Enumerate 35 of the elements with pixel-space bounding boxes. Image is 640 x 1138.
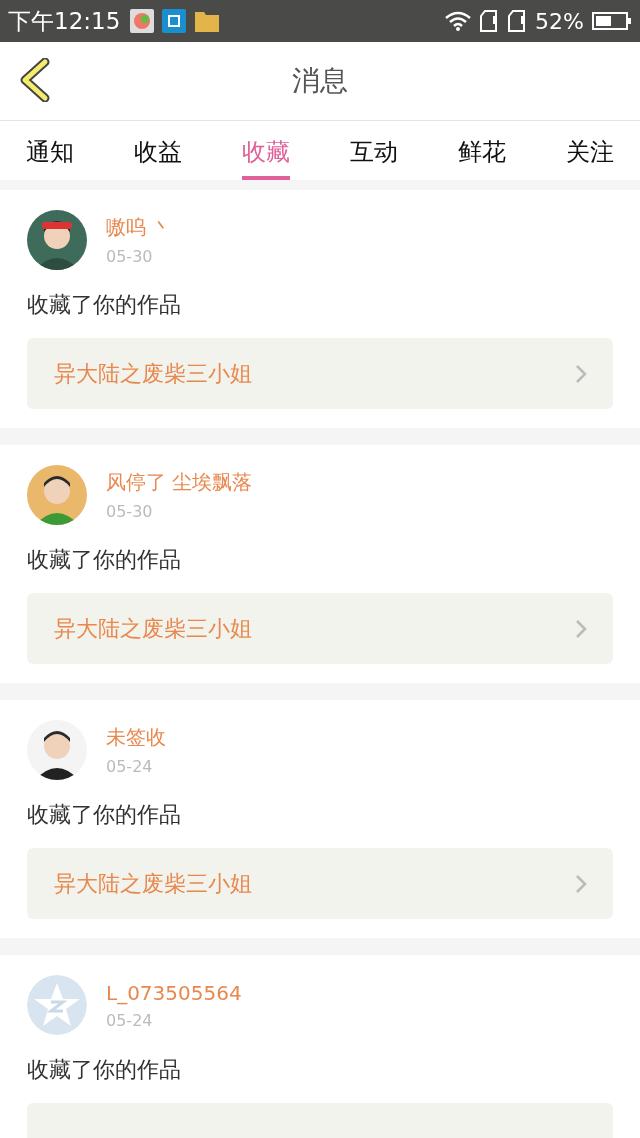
tab[interactable]: 互动 <box>350 121 398 180</box>
chevron-right-icon <box>575 363 587 384</box>
message-text: 收藏了你的作品 <box>27 546 182 574</box>
book-link[interactable]: 异大陆之废柴三小姐 <box>27 848 613 919</box>
tab[interactable]: 关注 <box>566 121 614 180</box>
tab[interactable]: 收藏 <box>242 121 290 180</box>
status-time: 下午12:15 <box>8 6 121 36</box>
user-name[interactable]: 风停了 尘埃飘落 <box>106 469 253 496</box>
message-date: 05-30 <box>106 502 154 521</box>
message-text: 收藏了你的作品 <box>27 291 182 319</box>
battery-percent: 52% <box>535 8 584 34</box>
app-icon <box>130 9 155 33</box>
chevron-right-icon <box>575 873 587 894</box>
tab[interactable]: 收益 <box>134 121 182 180</box>
page-title: 消息 <box>292 63 348 99</box>
message-date: 05-30 <box>106 247 154 266</box>
message-date: 05-24 <box>106 757 154 776</box>
battery-icon <box>592 11 632 31</box>
folder-icon <box>194 9 221 33</box>
book-link[interactable]: 异大陆之废柴三小姐 <box>27 338 613 409</box>
book-link[interactable]: 异大陆之废柴三小姐 <box>27 593 613 664</box>
user-name[interactable]: L_073505564 <box>106 980 242 1005</box>
wifi-icon <box>445 11 472 31</box>
screenshot-icon <box>162 9 187 33</box>
sim-icon <box>507 9 528 33</box>
message-text: 收藏了你的作品 <box>27 801 182 829</box>
tab[interactable]: 鲜花 <box>458 121 506 180</box>
message-text: 收藏了你的作品 <box>27 1056 182 1084</box>
default-avatar-icon <box>27 975 87 1035</box>
message-date: 05-24 <box>106 1010 154 1030</box>
user-name[interactable]: 未签收 <box>106 724 166 751</box>
tab[interactable]: 通知 <box>26 121 74 180</box>
sim-icon <box>479 9 500 33</box>
user-name[interactable]: 嗷呜 丶 <box>106 214 173 241</box>
chevron-right-icon <box>575 618 587 639</box>
